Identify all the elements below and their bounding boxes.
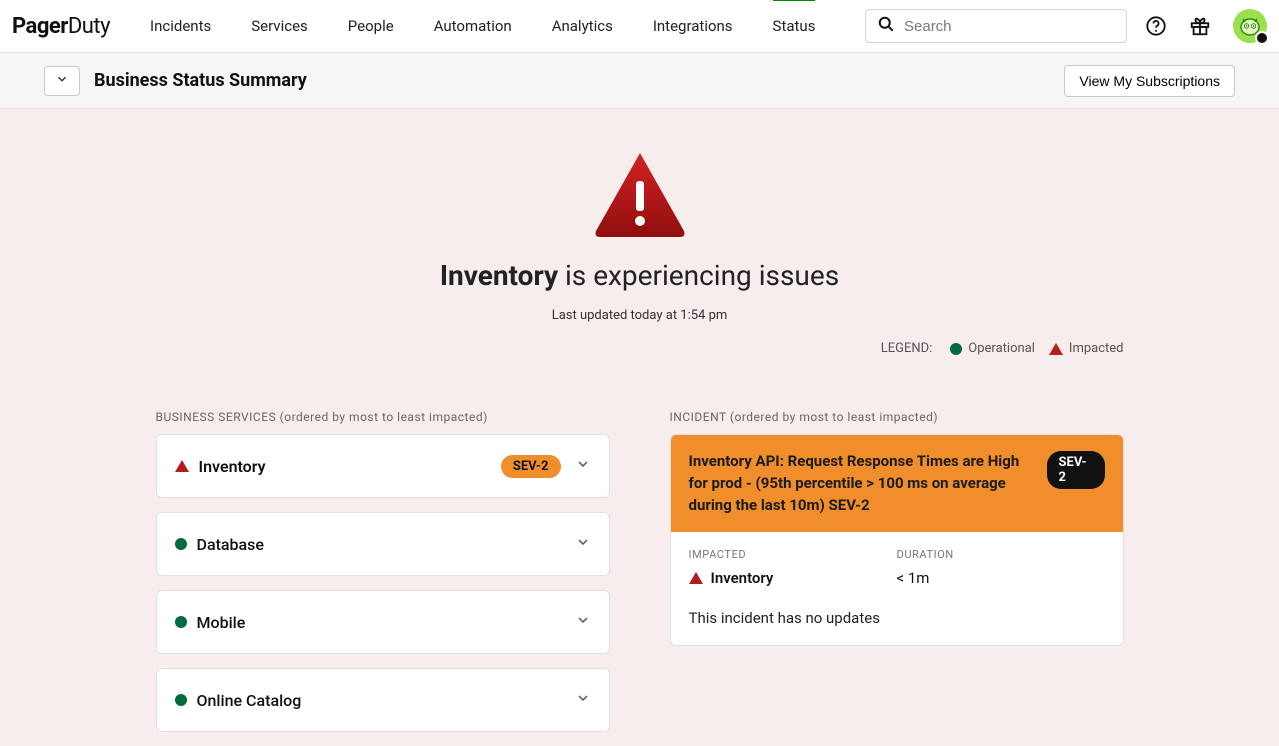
incident-impacted: IMPACTED Inventory xyxy=(689,548,897,587)
sev-badge: SEV-2 xyxy=(501,455,561,478)
operational-dot-icon xyxy=(175,538,187,550)
status-headline: Inventory is experiencing issues xyxy=(440,259,839,292)
impacted-service: Inventory xyxy=(711,569,774,587)
nav-analytics[interactable]: Analytics xyxy=(552,1,613,51)
legend-impacted: Impacted xyxy=(1049,341,1124,356)
incident-body: IMPACTED Inventory DURATION < 1m xyxy=(671,532,1123,645)
warning-icon xyxy=(590,149,690,239)
duration-value: < 1m xyxy=(897,569,1105,587)
headline-suffix: is experiencing issues xyxy=(558,259,839,292)
operational-dot-icon xyxy=(175,694,187,706)
service-card-database[interactable]: Database xyxy=(156,512,610,576)
operational-dot-icon xyxy=(175,616,187,628)
logo-duty: Duty xyxy=(68,14,110,39)
impacted-triangle-icon xyxy=(175,460,189,472)
view-subscriptions-button[interactable]: View My Subscriptions xyxy=(1064,65,1235,97)
service-card-online-catalog[interactable]: Online Catalog xyxy=(156,668,610,732)
logo-pager: Pager xyxy=(12,14,68,39)
gift-icon[interactable] xyxy=(1189,15,1211,37)
subheader-left: Business Status Summary xyxy=(44,66,307,96)
incident-updates: This incident has no updates xyxy=(689,609,1105,627)
incident-section-label: INCIDENT (ordered by most to least impac… xyxy=(670,410,1124,424)
legend-operational-text: Operational xyxy=(968,341,1035,356)
incident-card[interactable]: Inventory API: Request Response Times ar… xyxy=(670,434,1124,646)
duration-label: DURATION xyxy=(897,548,1105,561)
search-box[interactable] xyxy=(865,9,1127,43)
search-icon xyxy=(876,14,896,38)
nav-integrations[interactable]: Integrations xyxy=(653,1,733,51)
business-services-col: BUSINESS SERVICES (ordered by most to le… xyxy=(156,410,610,746)
incident-title: Inventory API: Request Response Times ar… xyxy=(689,451,1029,516)
chevron-down-icon xyxy=(575,612,591,632)
nav-status[interactable]: Status xyxy=(773,1,816,51)
nav-services[interactable]: Services xyxy=(251,1,308,51)
service-name: Mobile xyxy=(197,613,246,632)
services-section-note: (ordered by most to least impacted) xyxy=(276,410,488,424)
chevron-down-icon xyxy=(575,456,591,476)
incident-duration: DURATION < 1m xyxy=(897,548,1105,587)
incident-header: Inventory API: Request Response Times ar… xyxy=(671,435,1123,532)
impacted-triangle-icon xyxy=(1049,343,1063,355)
logo[interactable]: PagerDuty xyxy=(12,14,110,39)
service-card-mobile[interactable]: Mobile xyxy=(156,590,610,654)
avatar[interactable] xyxy=(1233,9,1267,43)
operational-dot-icon xyxy=(950,343,962,355)
legend: LEGEND: Operational Impacted xyxy=(156,341,1124,356)
nav-people[interactable]: People xyxy=(348,1,394,51)
status-banner: Inventory is experiencing issues Last up… xyxy=(0,149,1279,356)
incident-section-note: (ordered by most to least impacted) xyxy=(726,410,938,424)
search-input[interactable] xyxy=(904,18,1116,35)
services-section-caps: BUSINESS SERVICES xyxy=(156,410,277,424)
nav-items: Incidents Services People Automation Ana… xyxy=(150,1,845,51)
help-icon[interactable] xyxy=(1145,15,1167,37)
service-name: Database xyxy=(197,535,264,554)
nav-automation[interactable]: Automation xyxy=(434,1,512,51)
service-card-inventory[interactable]: Inventory SEV-2 xyxy=(156,434,610,498)
service-name: Inventory xyxy=(199,457,266,476)
services-section-label: BUSINESS SERVICES (ordered by most to le… xyxy=(156,410,610,424)
impacted-triangle-icon xyxy=(689,572,703,584)
legend-label: LEGEND: xyxy=(881,341,933,356)
headline-service: Inventory xyxy=(440,259,558,292)
chevron-down-icon xyxy=(55,71,69,90)
nav-incidents[interactable]: Incidents xyxy=(150,1,211,51)
status-columns: BUSINESS SERVICES (ordered by most to le… xyxy=(156,410,1124,746)
legend-operational: Operational xyxy=(950,341,1035,356)
page-title: Business Status Summary xyxy=(94,70,307,91)
topnav-right xyxy=(1145,9,1267,43)
incident-col: INCIDENT (ordered by most to least impac… xyxy=(670,410,1124,746)
service-name: Online Catalog xyxy=(197,691,302,710)
impacted-label: IMPACTED xyxy=(689,548,897,561)
sev-badge: SEV-2 xyxy=(1047,451,1105,489)
chevron-down-icon xyxy=(575,690,591,710)
page-dropdown-button[interactable] xyxy=(44,66,80,96)
legend-impacted-text: Impacted xyxy=(1069,341,1124,356)
incident-section-caps: INCIDENT xyxy=(670,410,727,424)
chevron-down-icon xyxy=(575,534,591,554)
subheader: Business Status Summary View My Subscrip… xyxy=(0,53,1279,109)
last-updated: Last updated today at 1:54 pm xyxy=(552,308,728,323)
status-page: Inventory is experiencing issues Last up… xyxy=(0,109,1279,746)
top-nav: PagerDuty Incidents Services People Auto… xyxy=(0,0,1279,53)
